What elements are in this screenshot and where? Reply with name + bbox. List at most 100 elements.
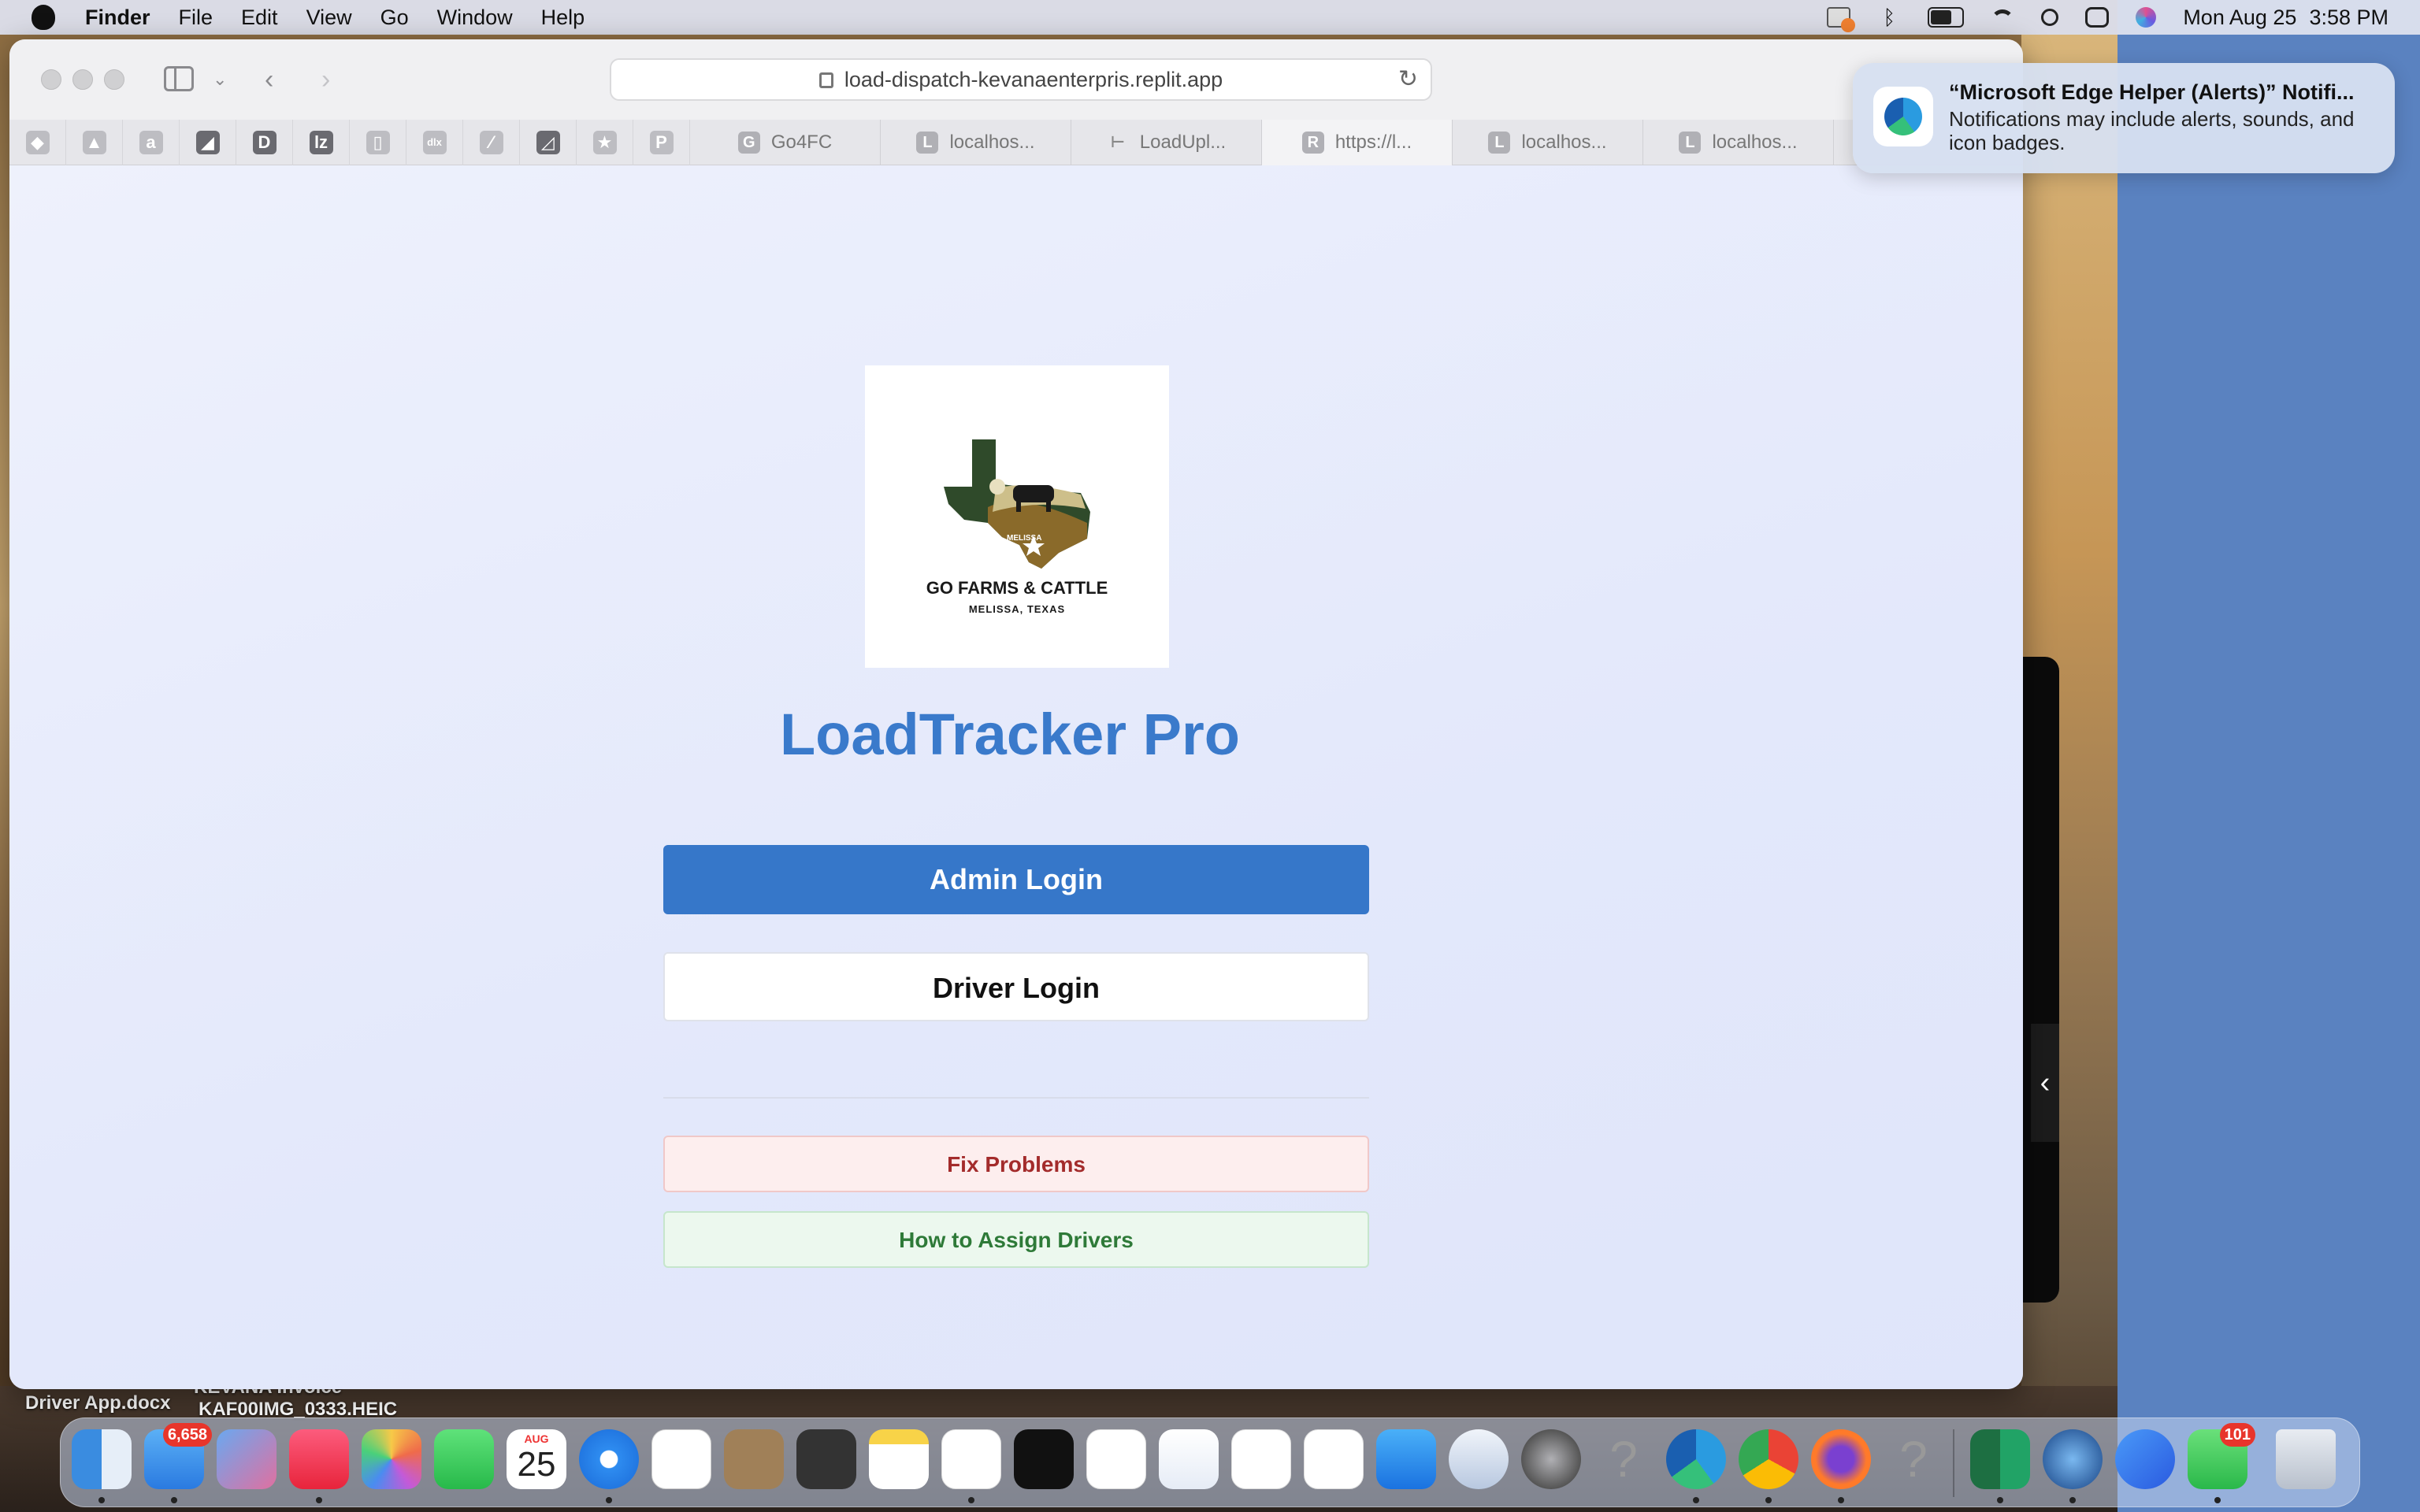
menu-edit[interactable]: Edit <box>241 6 278 30</box>
minimize-window-button[interactable] <box>72 69 93 90</box>
chevron-down-icon[interactable]: ⌄ <box>213 63 227 96</box>
pinned-tab[interactable]: dlx <box>406 120 463 165</box>
bluetooth-icon[interactable]: ᛒ <box>1877 7 1901 28</box>
assign-drivers-button[interactable]: How to Assign Drivers <box>663 1211 1369 1268</box>
calendar-day: 25 <box>517 1445 556 1484</box>
numbers-icon[interactable] <box>1231 1429 1291 1489</box>
firefox-icon[interactable] <box>1811 1429 1871 1489</box>
menu-help[interactable]: Help <box>541 6 585 30</box>
notification-title: “Microsoft Edge Helper (Alerts)” Notifi.… <box>1949 80 2355 104</box>
pinned-tab-icon: dlx <box>422 131 447 154</box>
apple-tv-icon[interactable] <box>1014 1429 1074 1489</box>
pinned-tab[interactable]: ◆ <box>9 120 66 165</box>
pinned-tab[interactable]: ◢ <box>180 120 236 165</box>
music-icon[interactable] <box>289 1429 349 1489</box>
tab-go4fc[interactable]: G Go4FC <box>690 120 881 165</box>
menu-app-name[interactable]: Finder <box>85 6 150 30</box>
back-arrow-icon[interactable]: ‹ <box>265 63 273 96</box>
section-divider <box>663 1097 1369 1099</box>
app-store-icon[interactable] <box>1376 1429 1436 1489</box>
search-icon[interactable] <box>2041 9 2059 26</box>
pinned-tab[interactable]: ⁄ <box>463 120 520 165</box>
chrome-icon[interactable] <box>1739 1429 1798 1489</box>
menubar-time[interactable]: 3:58 PM <box>2309 6 2388 30</box>
tab-label: localhos... <box>1712 132 1798 153</box>
preview-icon[interactable] <box>1449 1429 1509 1489</box>
calendar-icon[interactable]: AUG 25 <box>507 1429 566 1489</box>
dock: 6,658 AUG 25 ? ? 101 <box>60 1418 2360 1507</box>
siri-icon[interactable] <box>2136 7 2157 28</box>
photos-icon[interactable] <box>362 1429 421 1489</box>
phone-mirroring-frame <box>2021 657 2059 1303</box>
address-bar[interactable]: load-dispatch-kevanaenterpris.replit.app… <box>610 58 1432 101</box>
pinned-tab[interactable]: ◿ <box>520 120 577 165</box>
finder-icon[interactable] <box>72 1429 132 1489</box>
network-utility-icon[interactable] <box>2043 1429 2103 1489</box>
company-logo: MELISSA GO FARMS & CATTLE MELISSA, TEXAS <box>865 365 1169 668</box>
freeform-icon[interactable] <box>941 1429 1001 1489</box>
trash-icon[interactable] <box>2276 1429 2336 1489</box>
reload-icon[interactable]: ↻ <box>1398 60 1418 99</box>
calculator-icon[interactable] <box>796 1429 856 1489</box>
logo-company-name: GO FARMS & CATTLE <box>926 578 1108 598</box>
sidebar-toggle-icon[interactable] <box>164 66 194 91</box>
wifi-icon[interactable] <box>1991 9 2015 25</box>
forward-arrow-icon[interactable]: › <box>321 63 330 96</box>
admin-login-button[interactable]: Admin Login <box>663 845 1369 914</box>
facetime-icon[interactable] <box>434 1429 494 1489</box>
messages-icon[interactable]: 101 <box>2188 1423 2255 1489</box>
pinned-tab[interactable]: P <box>633 120 690 165</box>
menu-file[interactable]: File <box>179 6 213 30</box>
browser-window: ⌄ ‹ › load-dispatch-kevanaenterpris.repl… <box>9 39 2023 1389</box>
pages-icon[interactable] <box>1304 1429 1364 1489</box>
pinned-tab[interactable]: ▲ <box>66 120 123 165</box>
excel-icon[interactable] <box>1970 1429 2030 1489</box>
pinned-tab-icon: P <box>649 131 674 154</box>
launchpad-icon[interactable] <box>217 1429 277 1489</box>
driver-login-button[interactable]: Driver Login <box>663 952 1369 1021</box>
video-app-icon[interactable] <box>2115 1429 2175 1489</box>
tab-localhost[interactable]: Llocalhos... <box>881 120 1071 165</box>
keynote-icon[interactable] <box>1159 1429 1219 1489</box>
battery-icon[interactable] <box>1928 7 1965 28</box>
pinned-tab[interactable]: ★ <box>577 120 633 165</box>
contacts-icon[interactable] <box>724 1429 784 1489</box>
question-mark-icon[interactable]: ? <box>1594 1429 1654 1489</box>
calendar-month: AUG <box>524 1432 549 1445</box>
control-center-icon[interactable] <box>2085 7 2110 28</box>
safari-icon[interactable] <box>579 1429 639 1489</box>
close-window-button[interactable] <box>41 69 61 90</box>
printer-icon[interactable] <box>1827 7 1856 32</box>
pinned-tab[interactable]: ▯ <box>350 120 406 165</box>
running-indicator <box>1838 1497 1844 1503</box>
notes-icon[interactable] <box>869 1429 929 1489</box>
tab-favicon: G <box>737 132 760 154</box>
menubar-date[interactable]: Mon Aug 25 <box>2183 6 2296 30</box>
pinned-tab[interactable]: a <box>123 120 180 165</box>
desktop-file-label[interactable]: Driver App.docx <box>25 1392 171 1414</box>
system-settings-icon[interactable] <box>1521 1429 1581 1489</box>
news-icon[interactable] <box>1086 1429 1146 1489</box>
pinned-tab-icon: a <box>139 131 163 154</box>
notification-banner[interactable]: “Microsoft Edge Helper (Alerts)” Notifi.… <box>1853 63 2395 173</box>
menu-view[interactable]: View <box>306 6 352 30</box>
tab-loadupload[interactable]: ⊢ LoadUpl... <box>1071 120 1262 165</box>
question-mark-icon[interactable]: ? <box>1884 1429 1943 1489</box>
fix-problems-button[interactable]: Fix Problems <box>663 1136 1369 1192</box>
pinned-tab-icon: lz <box>309 131 333 154</box>
mail-icon[interactable]: 6,658 <box>144 1423 212 1489</box>
chevron-left-icon[interactable]: ‹ <box>2031 1024 2059 1142</box>
tab-localhost[interactable]: Llocalhos... <box>1643 120 1834 165</box>
pinned-tab[interactable]: D <box>236 120 293 165</box>
edge-icon[interactable] <box>1666 1429 1726 1489</box>
menu-window[interactable]: Window <box>437 6 513 30</box>
zoom-window-button[interactable] <box>104 69 124 90</box>
pinned-tab[interactable]: lz <box>293 120 350 165</box>
running-indicator <box>98 1497 105 1503</box>
tab-replit-active[interactable]: Rhttps://l... <box>1262 120 1453 165</box>
menu-go[interactable]: Go <box>380 6 409 30</box>
running-indicator <box>2214 1497 2221 1503</box>
reminders-icon[interactable] <box>651 1429 711 1489</box>
apple-icon[interactable] <box>32 5 55 30</box>
tab-localhost[interactable]: Llocalhos... <box>1453 120 1643 165</box>
